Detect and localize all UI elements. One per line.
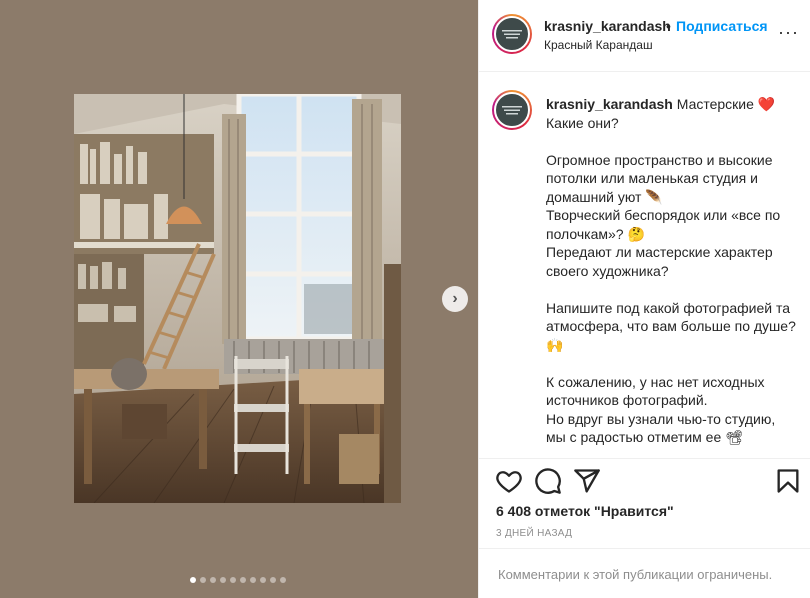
comments-section: Комментарии к этой публикации ограничены… [479,548,810,598]
post-timestamp[interactable]: 3 ДНЕЙ НАЗАД [496,528,572,539]
post-photo[interactable] [74,94,401,503]
carousel-next-button[interactable]: › [442,286,468,312]
artist-studio-photo [74,94,401,503]
carousel-dot [230,577,236,583]
caption-username[interactable]: krasniy_karandash [546,96,673,112]
header-username[interactable]: krasniy_karandash [544,18,671,34]
carousel-dot [190,577,196,583]
post-header: krasniy_karandash • Подписаться Красный … [479,0,810,72]
more-options-icon[interactable]: ··· [778,22,799,43]
logo-mark-icon [502,106,522,115]
avatar-logo-image [494,16,530,52]
post-actions: 6 408 отметок "Нравится" [479,458,810,528]
carousel-dot [250,577,256,583]
comment-icon[interactable] [534,467,562,495]
post-media-pane: › [0,0,478,598]
heart-outline-icon[interactable] [495,467,523,495]
caption-body: Мастерские ❤️ Какие они? Огромное простр… [546,96,796,445]
likes-count[interactable]: 6 408 отметок "Нравится" [496,503,674,519]
carousel-dot [270,577,276,583]
post-caption: krasniy_karandash Мастерские ❤️ Какие он… [479,72,810,458]
follow-button[interactable]: Подписаться [676,18,768,34]
caption-text: krasniy_karandash Мастерские ❤️ Какие он… [546,95,796,447]
header-subtitle: Красный Карандаш [544,38,653,52]
carousel-dot [210,577,216,583]
carousel-dot [200,577,206,583]
carousel-dot [240,577,246,583]
carousel-dot [280,577,286,583]
logo-mark-icon [502,30,522,39]
comments-restricted-notice: Комментарии к этой публикации ограничены… [498,567,773,582]
caption-avatar[interactable] [492,90,532,130]
carousel-dot [260,577,266,583]
carousel-dot [220,577,226,583]
share-icon[interactable] [573,467,601,495]
header-separator: • [666,18,671,34]
avatar-logo-image [494,92,530,128]
profile-avatar[interactable] [492,14,532,54]
post-sidebar: krasniy_karandash • Подписаться Красный … [478,0,810,598]
carousel-indicator [190,577,286,583]
bookmark-icon[interactable] [774,467,802,495]
chevron-right-icon: › [452,290,458,307]
